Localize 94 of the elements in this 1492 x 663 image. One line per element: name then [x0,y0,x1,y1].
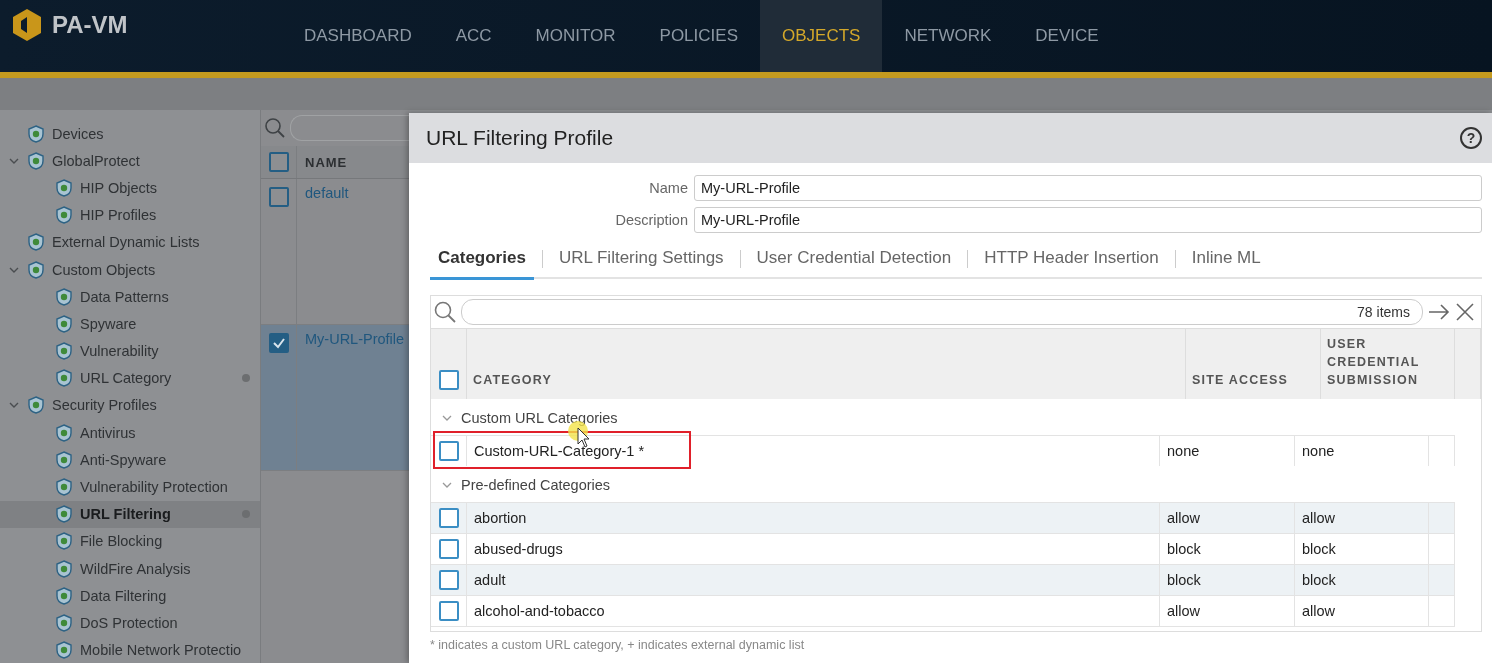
field-label: Name [648,180,688,196]
shield-icon [26,232,46,253]
table-cell: block [1295,565,1429,595]
shield-icon [54,585,74,606]
tree-item[interactable]: URL Filtering [0,500,260,528]
group-label: Custom URL Categories [461,410,618,426]
search-icon [433,300,457,324]
table-cell: block [1160,565,1295,595]
tab[interactable]: URL Filtering Settings [550,240,732,280]
tree-item[interactable]: Antivirus [0,419,260,447]
nav-tab[interactable]: NETWORK [882,0,1014,72]
column-header: USER CREDENTIAL SUBMISSION [1327,336,1421,389]
column-header: SITE ACCESS [1192,372,1289,389]
checkbox[interactable] [438,441,459,461]
table-cell: allow [1160,503,1295,533]
shield-icon [54,504,74,525]
item-count: 78 items [1357,304,1410,320]
tree-item[interactable]: Custom Objects [0,255,260,284]
tree-item[interactable]: HIP Objects [0,174,260,202]
table-cell: allow [1295,503,1429,533]
tab[interactable]: User Credential Detection [748,240,960,280]
tree-item[interactable]: Data Patterns [0,283,260,311]
shield-icon [26,123,46,144]
table-cell: allow [1295,596,1429,626]
profile-link[interactable]: default [297,179,349,201]
checkbox[interactable] [438,570,459,590]
tree-item[interactable]: Vulnerability Protection [0,473,260,501]
column-header: CATEGORY [473,372,553,389]
search-field[interactable]: 78 items [461,299,1423,325]
shield-icon [54,531,74,552]
table-cell: adult [467,565,1160,595]
tree-item[interactable]: URL Category [0,364,260,392]
tree-item[interactable]: Security Profiles [0,391,260,420]
tree-item[interactable]: Vulnerability [0,337,260,365]
shield-icon [26,150,46,171]
shield-icon [54,286,74,307]
close-icon[interactable] [1455,302,1475,322]
shield-icon [54,313,74,334]
product-name: PA-VM [52,11,128,39]
checkmark-icon [271,336,286,350]
tab[interactable]: Inline ML [1183,240,1269,280]
tree-item[interactable]: External Dynamic Lists [0,228,260,256]
nav-tab[interactable]: DASHBOARD [282,0,434,72]
nav-tab[interactable]: MONITOR [513,0,638,72]
input-field[interactable]: My-URL-Profile [694,175,1482,201]
checkbox[interactable] [438,508,459,528]
help-button[interactable]: ? [1460,127,1482,149]
table-cell: abortion [467,503,1160,533]
table-cell: none [1160,436,1295,466]
shield-icon [26,395,46,416]
checkbox[interactable] [438,601,459,621]
tab[interactable]: HTTP Header Insertion [976,240,1167,280]
tree-item[interactable]: GlobalProtect [0,147,260,175]
checkbox[interactable] [268,152,289,172]
shield-icon [54,422,74,443]
nav-tab[interactable]: POLICIES [637,0,760,72]
shield-icon [54,368,74,389]
tree-item[interactable]: Devices [0,120,260,148]
shield-icon [54,558,74,579]
tree-item[interactable]: Spyware [0,310,260,338]
table-cell: none [1295,436,1429,466]
nav-tab[interactable]: DEVICE [1013,0,1121,72]
logo-icon [12,8,42,42]
nav-tab[interactable]: OBJECTS [760,0,883,72]
tree-item[interactable]: WildFire Analysis [0,555,260,583]
input-field[interactable]: My-URL-Profile [694,207,1482,233]
shield-icon [54,449,74,470]
field-label: Description [614,212,688,228]
shield-icon [54,341,74,362]
footnote: * indicates a custom URL category, + indicates external dynamic list [430,638,806,652]
tab[interactable]: Categories [430,240,534,280]
tree-item[interactable]: Anti-Spyware [0,446,260,474]
shield-icon [26,259,46,280]
table-cell: allow [1160,596,1295,626]
shield-icon [54,640,74,661]
checkbox[interactable] [268,187,289,207]
shield-icon [54,477,74,498]
dialog-title: URL Filtering Profile [426,126,614,150]
tree-item[interactable]: Data Filtering [0,582,260,610]
group-label: Pre-defined Categories [461,477,611,493]
checkbox[interactable] [438,539,459,559]
tree-item[interactable]: HIP Profiles [0,201,260,229]
column-header: NAME [304,154,348,170]
tree-item[interactable]: Mobile Network Protectio [0,636,260,663]
checkbox[interactable] [438,370,459,390]
shield-icon [54,612,74,633]
shield-icon [54,205,74,226]
tree-item[interactable]: File Blocking [0,527,260,555]
table-cell: alcohol-and-tobacco [467,596,1160,626]
tree-item[interactable]: DoS Protection [0,609,260,637]
checkbox[interactable] [268,333,289,353]
search-icon [264,117,286,139]
nav-tab[interactable]: ACC [433,0,514,72]
shield-icon [54,177,74,198]
